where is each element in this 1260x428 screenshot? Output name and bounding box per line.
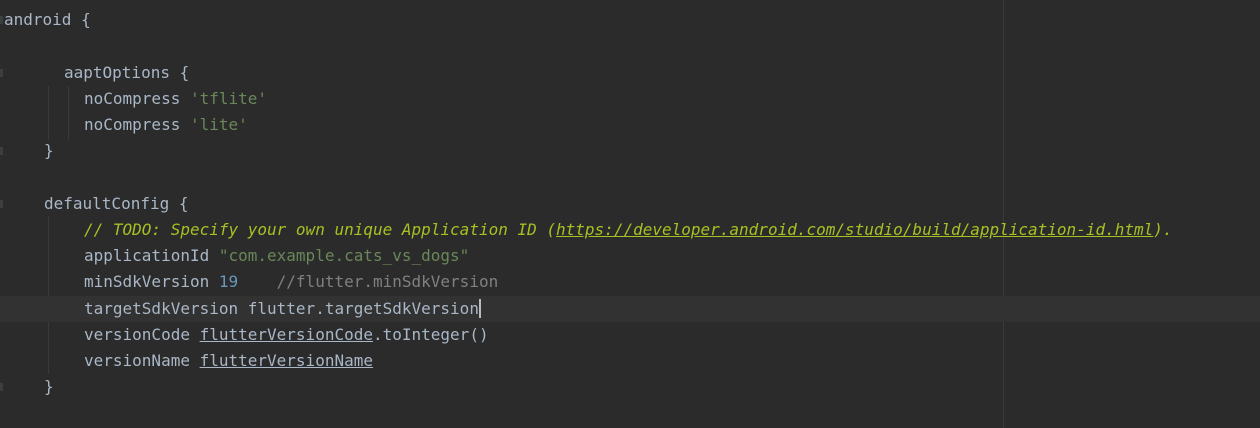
code-line[interactable]: aaptOptions { — [0, 60, 1260, 86]
min-sdk-value: 19 — [218, 272, 239, 291]
version-name-keyword: versionName — [84, 351, 200, 370]
version-code-line: versionCode flutterVersionCode.toInteger… — [84, 322, 489, 348]
min-sdk-comment: //flutter.minSdkVersion — [238, 272, 499, 291]
target-sdk-text: targetSdkVersion flutter.targetSdkVersio… — [84, 299, 479, 318]
nocompress-keyword: noCompress — [84, 115, 190, 134]
min-sdk-keyword: minSdkVersion — [84, 272, 219, 291]
text-caret — [478, 299, 481, 318]
default-config-close: } — [44, 377, 54, 396]
application-id-line: applicationId "com.example.cats_vs_dogs" — [84, 243, 469, 269]
aapt-options-close: } — [44, 141, 54, 160]
nocompress-keyword: noCompress — [84, 89, 190, 108]
code-line[interactable]: } — [0, 374, 1260, 400]
code-editor[interactable]: android { aaptOptions { noCompress 'tfli… — [0, 0, 1260, 428]
fold-marker-icon[interactable] — [0, 200, 3, 208]
code-line[interactable]: versionCode flutterVersionCode.toInteger… — [0, 322, 1260, 348]
nocompress-value: 'lite' — [189, 115, 248, 134]
fold-marker-icon[interactable] — [0, 16, 3, 24]
min-sdk-line: minSdkVersion 19 //flutter.minSdkVersion — [84, 269, 498, 295]
aapt-options-open: aaptOptions { — [64, 63, 190, 82]
fold-marker-icon[interactable] — [0, 147, 3, 155]
nocompress-line-1: noCompress 'tflite' — [84, 86, 267, 112]
code-line[interactable]: } — [0, 138, 1260, 164]
fold-marker-icon[interactable] — [0, 69, 3, 77]
android-block-open: android { — [4, 10, 91, 29]
version-code-call: .toInteger() — [372, 325, 489, 344]
version-code-keyword: versionCode — [84, 325, 200, 344]
code-line[interactable]: noCompress 'tflite' — [0, 86, 1260, 112]
version-name-reference[interactable]: flutterVersionName — [200, 351, 373, 370]
nocompress-line-2: noCompress 'lite' — [84, 112, 248, 138]
code-line[interactable]: applicationId "com.example.cats_vs_dogs" — [0, 243, 1260, 269]
nocompress-value: 'tflite' — [189, 89, 268, 108]
code-line[interactable]: versionName flutterVersionName — [0, 348, 1260, 374]
version-code-reference[interactable]: flutterVersionCode — [200, 325, 373, 344]
todo-suffix: ). — [1153, 220, 1173, 239]
code-line[interactable]: defaultConfig { — [0, 191, 1260, 217]
current-code-line[interactable]: targetSdkVersion flutter.targetSdkVersio… — [0, 296, 1260, 322]
fold-marker-icon[interactable] — [0, 383, 3, 391]
version-name-line: versionName flutterVersionName — [84, 348, 373, 374]
code-line[interactable]: // TODO: Specify your own unique Applica… — [0, 217, 1260, 243]
code-line[interactable]: noCompress 'lite' — [0, 112, 1260, 138]
todo-url-link[interactable]: https://developer.android.com/studio/bui… — [556, 220, 1153, 239]
application-id-keyword: applicationId — [84, 246, 219, 265]
default-config-open: defaultConfig { — [44, 194, 189, 213]
todo-prefix: // TODO: Specify your own unique Applica… — [84, 220, 557, 239]
todo-comment: // TODO: Specify your own unique Applica… — [84, 217, 1173, 243]
code-line[interactable]: minSdkVersion 19 //flutter.minSdkVersion — [0, 269, 1260, 295]
application-id-value: "com.example.cats_vs_dogs" — [218, 246, 470, 265]
code-line[interactable]: android { — [0, 7, 1260, 33]
target-sdk-line: targetSdkVersion flutter.targetSdkVersio… — [84, 296, 481, 322]
